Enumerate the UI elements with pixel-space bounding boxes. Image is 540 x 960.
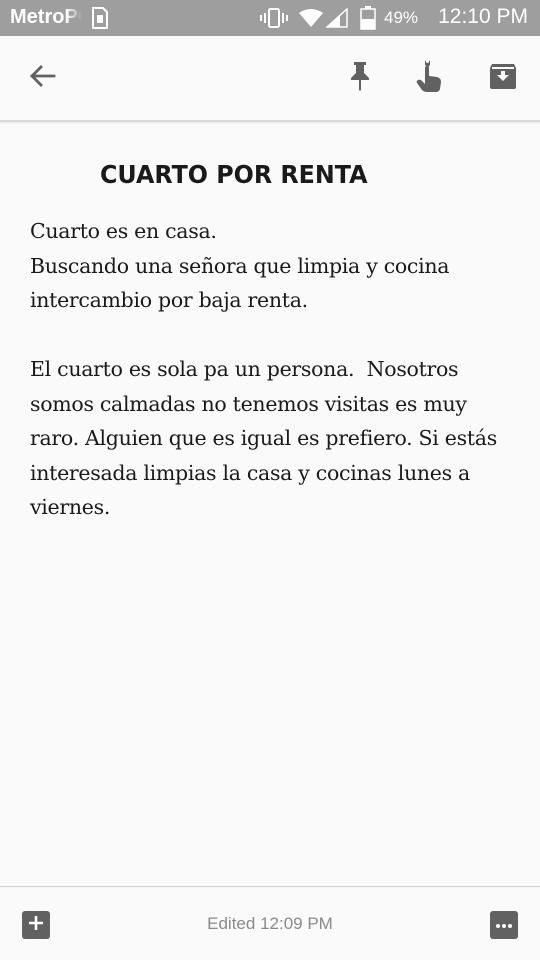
battery-icon: [360, 6, 376, 35]
signal-icon: [325, 7, 348, 33]
note-editor-screen: MetroPCS: [0, 0, 540, 960]
reminder-icon: [415, 59, 445, 98]
archive-button[interactable]: [481, 56, 525, 100]
more-options-button[interactable]: [490, 911, 518, 939]
note-toolbar: [0, 36, 540, 122]
sim-icon: [92, 7, 108, 34]
status-bar: MetroPCS: [0, 0, 540, 36]
reminder-button[interactable]: [408, 56, 452, 100]
back-arrow-icon: [28, 64, 56, 93]
more-icon: [495, 916, 513, 934]
pin-icon: [348, 60, 372, 97]
status-clock: 12:10 PM: [438, 5, 528, 28]
back-button[interactable]: [20, 56, 64, 100]
note-body[interactable]: Cuarto es en casa. Buscando una señora q…: [30, 214, 520, 525]
vibrate-icon: [260, 8, 288, 33]
carrier-name: MetroPCS: [10, 6, 82, 28]
wifi-icon: [298, 8, 324, 33]
bottom-bar: Edited 12:09 PM: [0, 886, 540, 960]
edited-timestamp: Edited 12:09 PM: [207, 914, 333, 933]
archive-icon: [489, 62, 517, 95]
battery-percent: 49%: [384, 8, 419, 27]
note-title[interactable]: CUARTO POR RENTA: [100, 160, 368, 189]
pin-button[interactable]: [338, 56, 382, 100]
